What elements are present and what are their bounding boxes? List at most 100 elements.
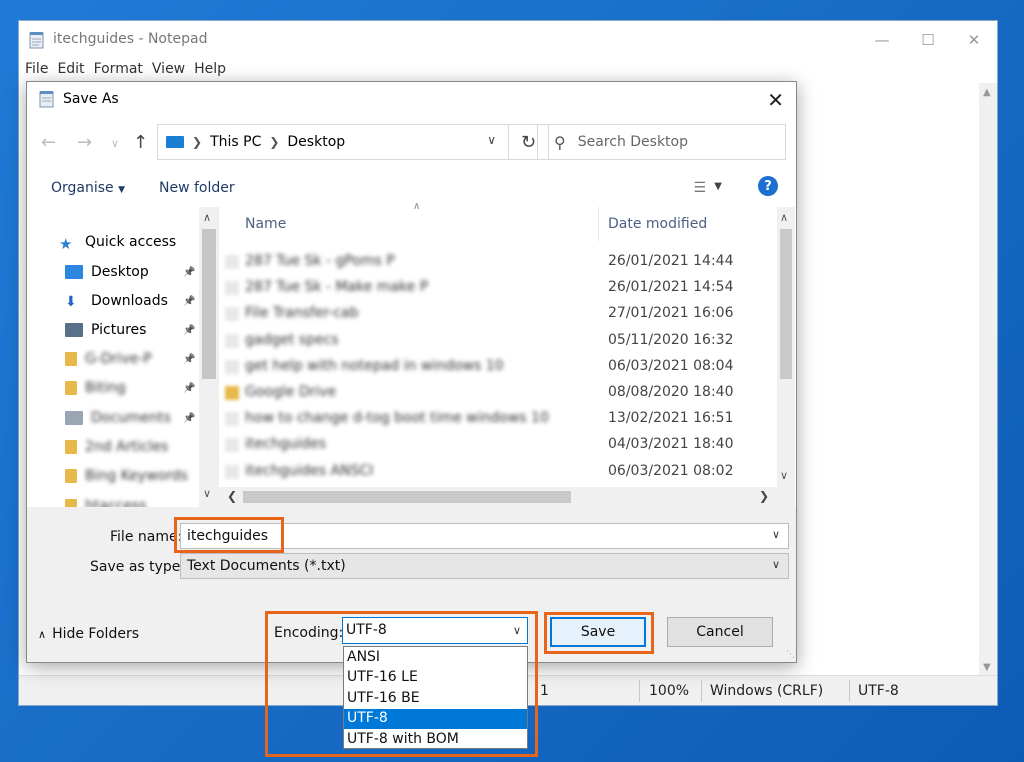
close-icon[interactable]: ✕ [767, 88, 784, 112]
text-file-icon [225, 334, 239, 348]
search-input[interactable]: ⚲ Search Desktop [537, 124, 786, 160]
file-name: itechguides ANSCI [245, 463, 373, 479]
notepad-icon [39, 90, 55, 108]
file-name: how to change d-tog boot time windows 10 [245, 410, 549, 426]
menu-edit[interactable]: Edit [55, 59, 91, 81]
nav-pane-scrollbar[interactable]: ∧ ∨ [199, 207, 219, 507]
scroll-up-icon[interactable]: ∧ [203, 211, 211, 224]
column-divider[interactable] [598, 207, 599, 241]
new-folder-button[interactable]: New folder [159, 180, 235, 196]
folder-icon [225, 386, 239, 400]
up-arrow-icon[interactable]: ↑ [133, 132, 148, 153]
chevron-down-icon[interactable]: ∨ [772, 528, 780, 541]
scroll-up-icon[interactable]: ∧ [780, 211, 788, 224]
breadcrumb-this-pc[interactable]: This PC [210, 134, 261, 150]
file-row[interactable]: gadget specs05/11/2020 16:32 [219, 328, 759, 354]
breadcrumb-desktop[interactable]: Desktop [287, 134, 345, 150]
back-arrow-icon[interactable]: ← [41, 132, 56, 153]
file-row[interactable]: 287 Tue Sk - gPoms P26/01/2021 14:44 [219, 249, 759, 275]
text-file-icon [225, 307, 239, 321]
pin-icon: 📌 [183, 267, 195, 278]
forward-arrow-icon[interactable]: → [77, 132, 92, 153]
scroll-down-icon[interactable]: ▼ [983, 662, 991, 673]
text-file-icon [225, 281, 239, 295]
sidebar-item-label: G-Drive-P [85, 351, 152, 367]
maximize-icon[interactable]: ☐ [905, 21, 951, 59]
chevron-down-icon[interactable]: ∨ [487, 133, 496, 147]
save-as-type-select[interactable]: Text Documents (*.txt) ∨ [180, 553, 789, 579]
sidebar-item-documents[interactable]: Documents📌 [65, 407, 171, 429]
close-icon[interactable]: ✕ [951, 21, 997, 59]
desktop-icon [65, 265, 83, 279]
resize-grip-icon[interactable]: ⋱ [786, 650, 795, 660]
this-pc-icon [166, 136, 184, 148]
folder-icon [65, 381, 77, 395]
column-header-name[interactable]: Name [245, 216, 286, 232]
search-placeholder: Search Desktop [578, 134, 688, 150]
file-date-modified: 06/03/2021 08:04 [608, 358, 734, 374]
scroll-down-icon[interactable]: ∨ [780, 469, 788, 482]
notepad-menubar: File Edit Format View Help [19, 59, 233, 81]
pictures-icon [65, 323, 83, 337]
sidebar-item-downloads[interactable]: ⬇Downloads📌 [65, 290, 168, 312]
file-row[interactable]: Google Drive08/08/2020 18:40 [219, 380, 759, 406]
organise-button[interactable]: Organise ▼ [51, 180, 125, 196]
sidebar-item-htaccess[interactable]: htaccess [65, 495, 147, 507]
scroll-down-icon[interactable]: ∨ [203, 487, 211, 500]
file-row[interactable]: get help with notepad in windows 1006/03… [219, 354, 759, 380]
file-date-modified: 08/08/2020 18:40 [608, 384, 734, 400]
notepad-title: itechguides - Notepad [53, 31, 207, 47]
text-file-icon [225, 438, 239, 452]
recent-chevron-icon[interactable]: ∨ [111, 137, 119, 150]
caret-down-icon: ▼ [118, 185, 125, 195]
scroll-left-icon[interactable]: ❮ [227, 489, 237, 503]
scrollbar-thumb[interactable] [243, 491, 571, 503]
menu-file[interactable]: File [25, 59, 55, 81]
menu-format[interactable]: Format [92, 59, 150, 81]
hide-folders-button[interactable]: ∧ Hide Folders [38, 626, 139, 642]
scroll-up-icon[interactable]: ▲ [983, 87, 991, 98]
file-date-modified: 06/03/2021 08:02 [608, 463, 734, 479]
file-name-label: File name: [110, 529, 182, 545]
scrollbar-thumb[interactable] [202, 229, 216, 379]
scrollbar-thumb[interactable] [780, 229, 792, 379]
sidebar-item-label: htaccess [85, 498, 147, 507]
sidebar-item-pictures[interactable]: Pictures📌 [65, 319, 146, 341]
sidebar-item-quick-access[interactable]: ★Quick access [59, 231, 176, 253]
refresh-icon: ↻ [521, 132, 536, 153]
chevron-down-icon[interactable]: ∨ [772, 558, 780, 571]
folder-icon [65, 469, 77, 483]
caret-down-icon[interactable]: ▼ [714, 181, 722, 192]
view-options-icon[interactable]: ☰ [693, 180, 706, 196]
notepad-vertical-scrollbar[interactable]: ▲ ▼ [979, 83, 997, 677]
menu-view[interactable]: View [150, 59, 192, 81]
scroll-right-icon[interactable]: ❯ [759, 489, 769, 503]
file-name: File Transfer-cab [245, 305, 359, 321]
sidebar-item-biting[interactable]: Biting📌 [65, 377, 126, 399]
file-row[interactable]: how to change d-tog boot time windows 10… [219, 406, 759, 432]
file-row[interactable]: itechguides04/03/2021 18:40 [219, 432, 759, 458]
folder-icon [65, 499, 77, 507]
sidebar-item-2nd-articles[interactable]: 2nd Articles [65, 436, 168, 458]
status-encoding: UTF-8 [858, 683, 899, 699]
sidebar-item-desktop[interactable]: Desktop📌 [65, 261, 149, 283]
menu-help[interactable]: Help [192, 59, 233, 81]
file-list-vertical-scrollbar[interactable]: ∧ ∨ [777, 207, 795, 487]
address-bar[interactable]: ❯ This PC ❯ Desktop ∨ [157, 124, 509, 160]
file-row[interactable]: itechguides ANSCI 06/03/2021 08:02 [219, 459, 759, 485]
sidebar-item-label: Pictures [91, 322, 146, 338]
sidebar-item-label: 2nd Articles [85, 439, 168, 455]
scrollbar-corner [777, 487, 795, 507]
column-header-date-modified[interactable]: Date modified [608, 216, 707, 232]
sidebar-item-bing-keywords[interactable]: Bing Keywords [65, 465, 188, 487]
minimize-icon[interactable]: — [859, 21, 905, 59]
status-zoom: 100% [649, 683, 689, 699]
file-list-horizontal-scrollbar[interactable]: ❮ ❯ [219, 487, 777, 507]
pin-icon: 📌 [183, 296, 195, 307]
cancel-button[interactable]: Cancel [667, 617, 773, 647]
file-row[interactable]: File Transfer-cab27/01/2021 16:06 [219, 301, 759, 327]
sidebar-item-g-drive-p[interactable]: G-Drive-P📌 [65, 348, 152, 370]
navigation-row: ← → ∨ ↑ ❯ This PC ❯ Desktop ∨ ↻ ⚲ Search… [27, 124, 796, 162]
file-row[interactable]: 287 Tue Sk - Make make P26/01/2021 14:54 [219, 275, 759, 301]
help-icon[interactable]: ? [758, 176, 778, 196]
